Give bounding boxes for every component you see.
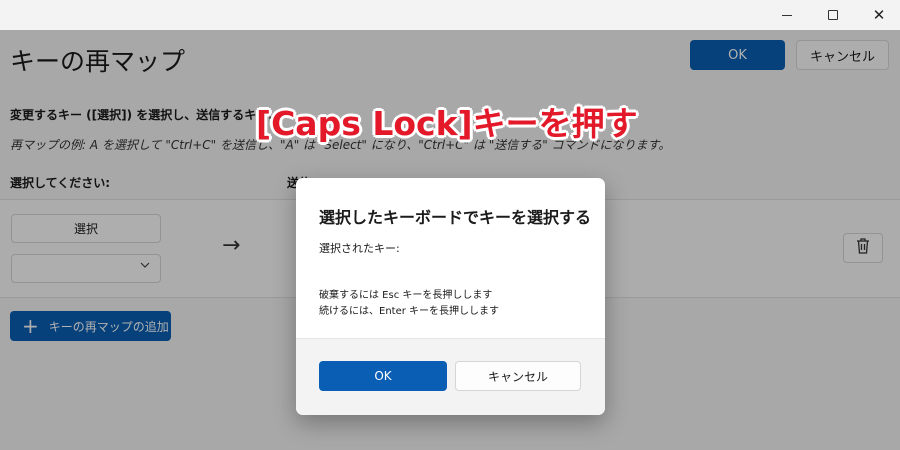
minimize-button[interactable] [764, 0, 810, 30]
selected-key-label: 選択されたキー: [319, 242, 400, 255]
close-icon: ✕ [872, 6, 886, 24]
select-key-dialog: 選択したキーボードでキーを選択する 選択されたキー: 破棄するには Esc キー… [296, 178, 605, 415]
dialog-cancel-button[interactable]: キャンセル [455, 361, 581, 391]
title-bar: ✕ [0, 0, 900, 30]
dialog-ok-button[interactable]: OK [319, 361, 447, 391]
maximize-button[interactable] [810, 0, 856, 30]
esc-instruction: 破棄するには Esc キーを長押しします [319, 290, 493, 301]
dialog-title: 選択したキーボードでキーを選択する [319, 208, 592, 227]
enter-instruction: 続けるには、Enter キーを長押しします [319, 306, 500, 317]
annotation-callout: [Caps Lock]キーを押す [256, 104, 638, 143]
close-button[interactable]: ✕ [856, 0, 900, 30]
maximize-icon [828, 10, 838, 20]
minimize-icon [782, 14, 792, 16]
